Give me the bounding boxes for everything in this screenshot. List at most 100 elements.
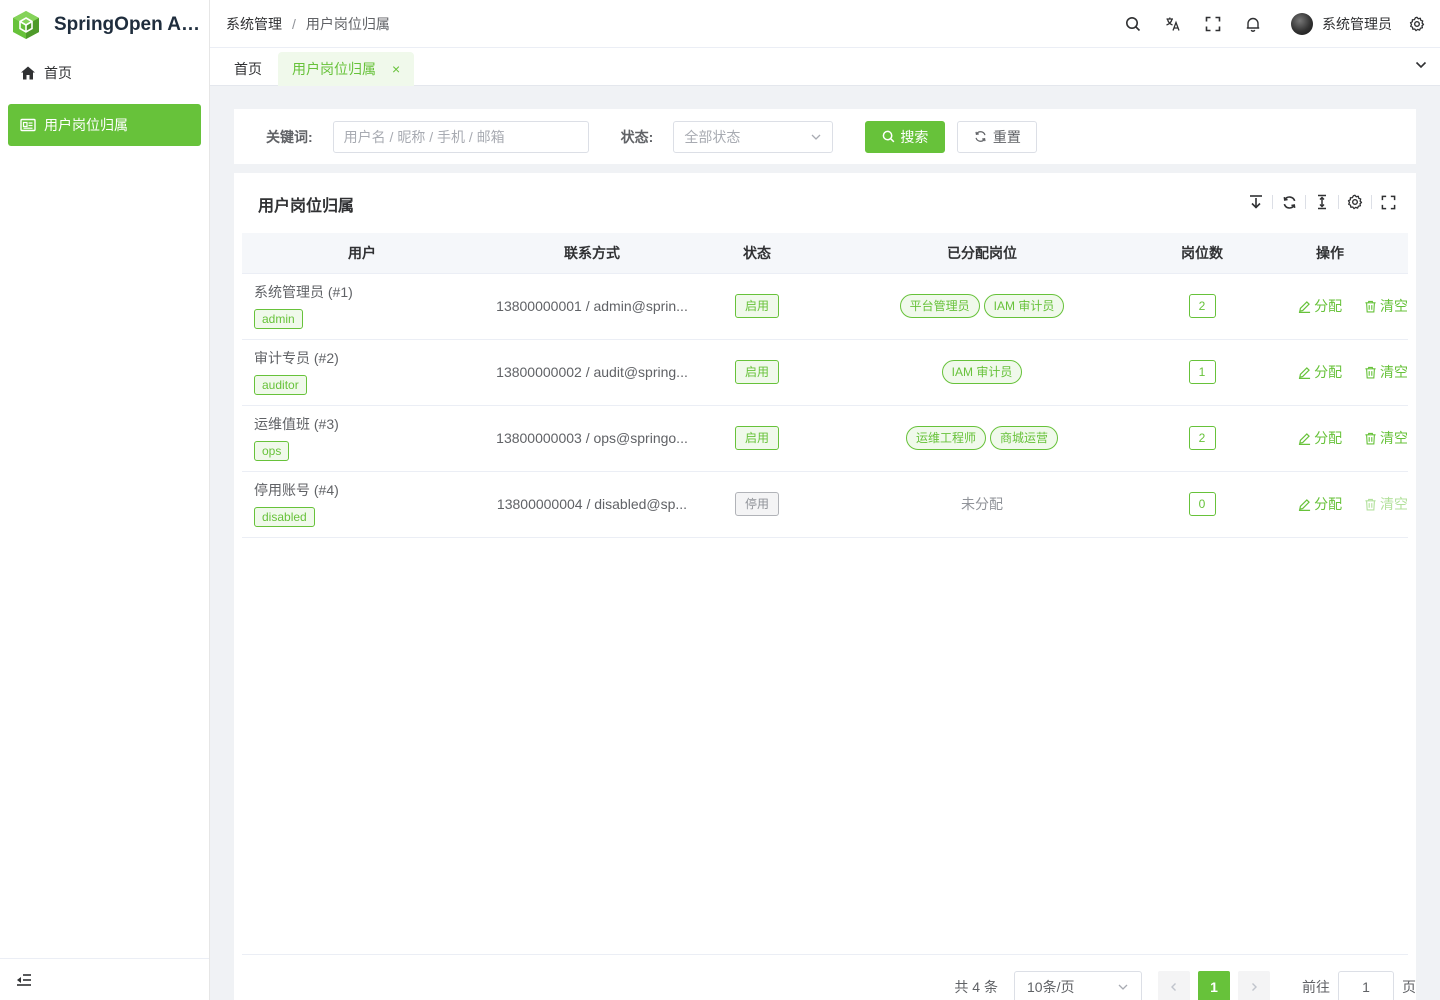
clear-button[interactable]: 清空 <box>1364 494 1408 514</box>
language-button[interactable] <box>1153 0 1193 48</box>
chevron-down-icon <box>1415 61 1427 69</box>
clear-button[interactable]: 清空 <box>1364 296 1408 316</box>
chevron-down-icon <box>811 134 821 140</box>
column-settings-button[interactable] <box>1345 192 1365 212</box>
contact-cell: 13800000003 / ops@springo... <box>482 405 702 472</box>
logo-cube-icon <box>13 11 39 39</box>
actions-cell: 分配 清空 <box>1252 405 1408 472</box>
position-count-badge: 2 <box>1188 426 1216 450</box>
app-logo[interactable]: SpringOpen Admin <box>0 0 209 50</box>
page-button-current[interactable]: 1 <box>1198 971 1230 1000</box>
pagination-total: 共 4 条 <box>954 979 998 995</box>
tab-home[interactable]: 首页 <box>220 52 276 86</box>
contact-cell: 13800000004 / disabled@sp... <box>482 471 702 538</box>
settings-icon <box>1347 194 1363 210</box>
table-row: 系统管理员 (#1) admin 13800000001 / admin@spr… <box>242 273 1408 340</box>
page-size-value: 10条/页 <box>1027 979 1075 995</box>
clear-label: 清空 <box>1380 496 1408 512</box>
chevron-right-icon <box>1252 983 1257 991</box>
header-search-button[interactable] <box>1113 0 1153 48</box>
fullscreen-button[interactable] <box>1193 0 1233 48</box>
goto-page-input[interactable]: 1 <box>1338 971 1394 1000</box>
user-cell: 运维值班 (#3) ops <box>242 405 482 472</box>
download-icon <box>1250 195 1262 209</box>
assign-label: 分配 <box>1314 496 1343 512</box>
table-panel: 用户岗位归属 用户 联系方式 状态 已分配岗位 岗位数 操作 系统管理员 (#1… <box>234 173 1416 1000</box>
breadcrumb-item-system[interactable]: 系统管理 <box>226 14 282 34</box>
username-tag: admin <box>254 309 303 329</box>
panel-title: 用户岗位归属 <box>258 198 355 215</box>
edit-icon <box>1299 366 1311 379</box>
column-header-user: 用户 <box>242 233 482 274</box>
table-footer-divider <box>242 954 1408 955</box>
chevron-left-icon <box>1171 983 1176 991</box>
assign-button[interactable]: 分配 <box>1298 428 1342 448</box>
density-button[interactable] <box>1312 192 1332 212</box>
user-display-name: 运维值班 (#3) <box>254 416 339 432</box>
tabs-dropdown-button[interactable] <box>1414 58 1428 75</box>
assign-button[interactable]: 分配 <box>1298 494 1342 514</box>
fullscreen-icon <box>1205 16 1221 31</box>
column-header-count: 岗位数 <box>1152 233 1252 274</box>
refresh-button[interactable] <box>1279 192 1299 212</box>
toolbar-divider <box>1371 195 1372 209</box>
trash-icon <box>1365 366 1376 378</box>
position-count-badge: 0 <box>1188 492 1216 516</box>
trash-icon <box>1365 300 1376 312</box>
edit-icon <box>1299 498 1311 511</box>
table-fullscreen-button[interactable] <box>1378 192 1398 212</box>
position-count-badge: 1 <box>1188 360 1216 384</box>
table-row: 停用账号 (#4) disabled 13800000004 / disable… <box>242 471 1408 538</box>
prev-page-button[interactable] <box>1158 971 1190 1000</box>
count-cell: 2 <box>1152 273 1252 340</box>
refresh-icon <box>1283 195 1295 209</box>
assign-button[interactable]: 分配 <box>1298 362 1342 382</box>
outdent-icon <box>17 973 31 986</box>
reset-button[interactable]: 重置 <box>957 120 1038 153</box>
column-height-icon <box>1318 194 1326 210</box>
user-display-name: 审计专员 (#2) <box>254 350 339 366</box>
sidebar-item-home[interactable]: 首页 <box>8 52 201 94</box>
status-cell: 启用 <box>702 273 812 340</box>
settings-icon <box>1409 16 1425 31</box>
goto-label: 前往 <box>1302 979 1330 995</box>
keyword-input[interactable]: 用户名 / 昵称 / 手机 / 邮箱 <box>332 120 589 153</box>
search-panel: 关键词: 用户名 / 昵称 / 手机 / 邮箱 状态: 全部状态 搜索 重置 <box>234 109 1416 164</box>
table-row: 运维值班 (#3) ops 13800000003 / ops@springo.… <box>242 405 1408 472</box>
user-menu[interactable]: 系统管理员 <box>1291 12 1392 35</box>
sidebar-item-user-positions[interactable]: 用户岗位归属 <box>8 104 201 146</box>
sidebar-collapse-button[interactable] <box>0 958 209 1000</box>
clear-label: 清空 <box>1380 364 1408 380</box>
pagination: 共 4 条 10条/页 1 前往 1 页 <box>954 971 1416 1000</box>
position-tag: IAM 审计员 <box>941 360 1023 384</box>
clear-button[interactable]: 清空 <box>1364 428 1408 448</box>
clear-button[interactable]: 清空 <box>1364 362 1408 382</box>
tab-label: 首页 <box>234 61 262 77</box>
assign-button[interactable]: 分配 <box>1298 296 1342 316</box>
tab-user-positions[interactable]: 用户岗位归属 × <box>278 52 415 86</box>
header-settings-button[interactable] <box>1406 0 1428 48</box>
username-tag: ops <box>254 441 290 461</box>
search-button[interactable]: 搜索 <box>865 120 946 153</box>
user-cell: 审计专员 (#2) auditor <box>242 339 482 406</box>
status-badge: 启用 <box>734 294 779 318</box>
status-cell: 停用 <box>702 471 812 538</box>
close-icon[interactable]: × <box>392 61 400 77</box>
next-page-button[interactable] <box>1238 971 1270 1000</box>
table-header-row: 用户 联系方式 状态 已分配岗位 岗位数 操作 <box>242 233 1408 274</box>
search-icon <box>882 130 895 143</box>
breadcrumb-item-current: 用户岗位归属 <box>305 15 390 32</box>
positions-cell: 运维工程师 商城运营 <box>812 405 1152 472</box>
status-select[interactable]: 全部状态 <box>673 120 834 153</box>
contact-cell: 13800000001 / admin@sprin... <box>482 273 702 340</box>
page-size-select[interactable]: 10条/页 <box>1014 971 1142 1000</box>
sidebar-item-label: 首页 <box>44 65 72 81</box>
positions-cell: IAM 审计员 <box>812 339 1152 406</box>
export-button[interactable] <box>1246 192 1266 212</box>
notification-button[interactable] <box>1233 0 1273 48</box>
position-tag: 平台管理员 <box>899 294 980 318</box>
positions-cell: 未分配 <box>812 471 1152 538</box>
tabs-bar: 首页 用户岗位归属 × <box>210 48 1440 86</box>
user-cell: 停用账号 (#4) disabled <box>242 471 482 538</box>
assign-label: 分配 <box>1314 298 1343 314</box>
